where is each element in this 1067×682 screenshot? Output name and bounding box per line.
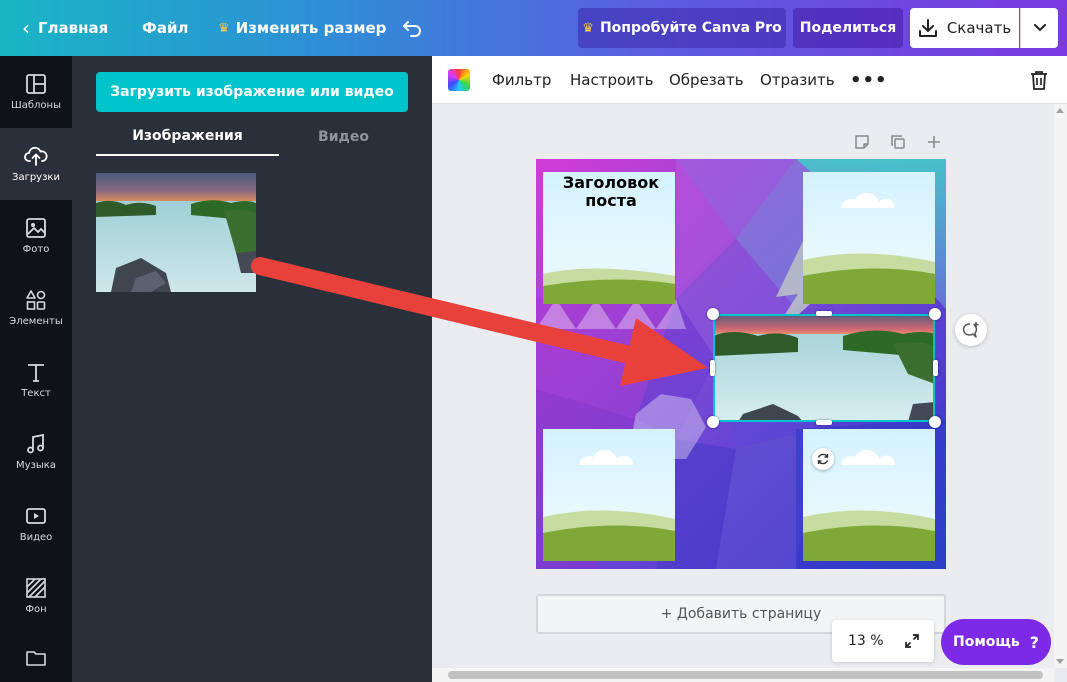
scroll-up-icon[interactable] <box>1056 108 1064 113</box>
crown-icon: ♛ <box>218 20 230 36</box>
rail-label: Фон <box>25 604 47 615</box>
more-options-button[interactable]: ••• <box>850 56 888 104</box>
rail-label: Элементы <box>9 316 63 327</box>
rail-item-templates[interactable]: Шаблоны <box>0 56 72 128</box>
rail-label: Фото <box>22 244 50 255</box>
rail-item-folders[interactable] <box>0 632 72 682</box>
rail-item-video[interactable]: Видео <box>0 488 72 560</box>
resize-label: Изменить размер <box>235 19 387 37</box>
landscape-thumbnail-image <box>96 173 256 292</box>
rail-label: Шаблоны <box>11 100 61 111</box>
photo-frame-3[interactable] <box>543 429 675 561</box>
upload-icon <box>24 146 48 166</box>
text-icon <box>28 364 44 382</box>
try-pro-button[interactable]: ♛ Попробуйте Canva Pro <box>578 8 786 48</box>
file-menu[interactable]: Файл <box>142 0 189 56</box>
rail-item-music[interactable]: Музыка <box>0 416 72 488</box>
note-icon <box>855 135 869 149</box>
comment-add-icon <box>962 322 979 338</box>
download-options-button[interactable] <box>1020 8 1058 48</box>
background-icon <box>26 578 46 598</box>
resize-handle-top-left[interactable] <box>707 308 719 320</box>
rail-item-elements[interactable]: Элементы <box>0 272 72 344</box>
horizontal-scroll-thumb[interactable] <box>448 671 1043 679</box>
post-title-text[interactable]: Заголовок поста <box>551 174 671 210</box>
try-pro-label: Попробуйте Canva Pro <box>599 20 782 36</box>
rail-label: Видео <box>19 532 53 543</box>
image-edit-toolbar: Фильтр Настроить Обрезать Отразить ••• <box>432 56 1067 104</box>
adjust-button[interactable]: Настроить <box>570 56 653 104</box>
cloud-scene <box>543 449 675 561</box>
filter-button[interactable]: Фильтр <box>492 56 551 104</box>
add-comment-button[interactable] <box>955 314 987 346</box>
selection-outline <box>713 314 935 422</box>
resize-handle-top[interactable] <box>816 311 832 316</box>
download-button[interactable]: Скачать <box>910 8 1019 48</box>
top-bar: ‹ Главная Файл ♛ Изменить размер ♛ Попро… <box>0 0 1067 56</box>
help-label: Помощь <box>952 634 1020 650</box>
resize-handle-right[interactable] <box>933 360 938 376</box>
elements-icon <box>26 290 46 310</box>
rotate-handle[interactable] <box>812 448 834 470</box>
rail-label: Текст <box>21 388 51 399</box>
download-label: Скачать <box>946 19 1012 37</box>
rail-item-text[interactable]: Текст <box>0 344 72 416</box>
upload-media-button[interactable]: Загрузить изображение или видео <box>96 72 408 112</box>
color-picker-icon[interactable] <box>448 69 470 91</box>
undo-button[interactable] <box>402 0 424 56</box>
zoom-level[interactable]: 13 % <box>848 633 884 649</box>
chevron-left-icon: ‹ <box>22 16 30 40</box>
page-actions <box>850 132 946 152</box>
home-label: Главная <box>38 19 109 37</box>
rail-item-background[interactable]: Фон <box>0 560 72 632</box>
share-button[interactable]: Поделиться <box>793 8 903 48</box>
crop-button[interactable]: Обрезать <box>669 56 744 104</box>
add-page-icon-button[interactable] <box>922 132 946 152</box>
video-icon <box>26 508 46 524</box>
chevron-down-icon <box>1033 24 1046 32</box>
home-button[interactable]: ‹ Главная <box>22 0 108 56</box>
uploaded-image-thumbnail[interactable] <box>96 173 256 292</box>
resize-handle-bottom[interactable] <box>816 420 832 425</box>
tab-video[interactable]: Видео <box>252 118 435 156</box>
design-page[interactable]: Заголовок поста <box>536 159 946 569</box>
side-rail: Шаблоны Загрузки Фото Элементы Текст Муз… <box>0 56 72 682</box>
rail-item-photos[interactable]: Фото <box>0 200 72 272</box>
vertical-scrollbar[interactable] <box>1054 104 1067 668</box>
rail-label: Музыка <box>16 460 56 471</box>
duplicate-page-button[interactable] <box>886 132 910 152</box>
canvas-workspace: Заголовок поста + Добавить страницу 13 %… <box>432 104 1067 682</box>
cloud-scene <box>803 192 935 304</box>
photo-frame-2[interactable] <box>803 172 935 304</box>
music-icon <box>27 433 44 454</box>
question-icon: ? <box>1029 632 1039 652</box>
horizontal-scrollbar[interactable] <box>432 668 1054 682</box>
scroll-down-icon[interactable] <box>1056 659 1064 664</box>
flip-button[interactable]: Отразить <box>760 56 835 104</box>
undo-icon <box>403 21 421 37</box>
rail-label: Загрузки <box>12 172 60 183</box>
trash-icon[interactable] <box>1030 70 1048 90</box>
fullscreen-button[interactable] <box>904 633 920 649</box>
rotate-icon <box>817 453 829 465</box>
resize-handle-left[interactable] <box>710 360 715 376</box>
photo-icon <box>26 218 46 238</box>
hill-graphic <box>543 268 675 304</box>
crown-icon: ♛ <box>582 20 594 36</box>
download-icon <box>918 19 937 37</box>
expand-icon <box>904 634 919 648</box>
rail-item-uploads[interactable]: Загрузки <box>0 128 72 200</box>
zoom-control: 13 % <box>832 620 934 662</box>
resize-handle-top-right[interactable] <box>929 308 941 320</box>
plus-icon <box>928 136 940 148</box>
resize-handle-bottom-right[interactable] <box>929 416 941 428</box>
folder-icon <box>26 651 46 666</box>
page-note-button[interactable] <box>850 132 874 152</box>
duplicate-icon <box>891 135 905 149</box>
resize-handle-bottom-left[interactable] <box>707 416 719 428</box>
resize-button[interactable]: ♛ Изменить размер <box>218 0 386 56</box>
templates-icon <box>26 74 46 94</box>
uploads-panel: Загрузить изображение или видео Изображе… <box>72 56 520 682</box>
help-button[interactable]: Помощь ? <box>941 619 1051 665</box>
